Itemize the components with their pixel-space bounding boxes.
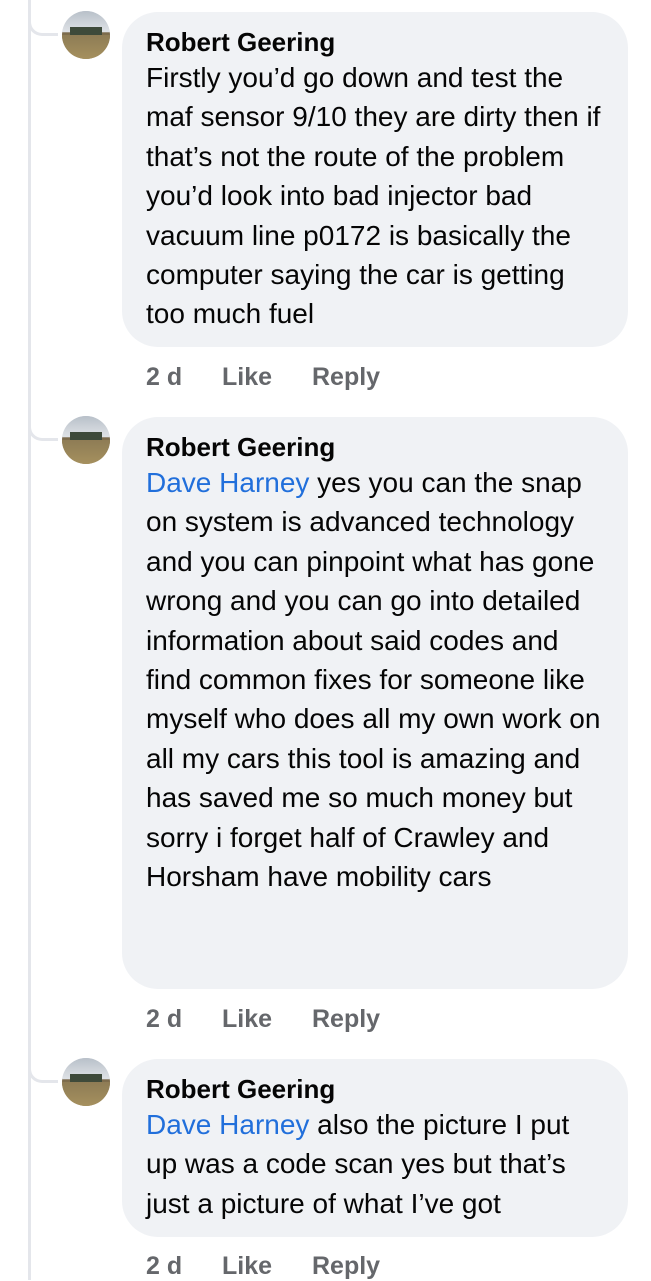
comment-text: Firstly you’d go down and test the maf s… [146, 58, 606, 334]
comment-mention[interactable]: Dave Harney [146, 1109, 309, 1140]
comment-author[interactable]: Robert Geering [146, 431, 606, 463]
comment-author[interactable]: Robert Geering [146, 1073, 606, 1105]
like-button[interactable]: Like [222, 362, 312, 392]
comment-time[interactable]: 2 d [146, 362, 222, 392]
reply-button[interactable]: Reply [312, 362, 380, 392]
comment-bubble: Robert Geering Firstly you’d go down and… [122, 12, 628, 347]
avatar[interactable] [62, 11, 110, 59]
comment-bubble: Robert Geering Dave Harney also the pict… [122, 1059, 628, 1237]
comment-time[interactable]: 2 d [146, 1251, 222, 1281]
reply-button[interactable]: Reply [312, 1251, 380, 1281]
avatar[interactable] [62, 1058, 110, 1106]
comment-text: Dave Harney yes you can the snap on syst… [146, 463, 606, 896]
comment-bubble: Robert Geering Dave Harney yes you can t… [122, 417, 628, 989]
comment-body: Firstly you’d go down and test the maf s… [146, 62, 601, 330]
reply-connector [28, 427, 58, 441]
avatar[interactable] [62, 416, 110, 464]
thread-line [28, 0, 31, 1280]
comment-author[interactable]: Robert Geering [146, 26, 606, 58]
comment-body: yes you can the snap on system is advanc… [146, 467, 601, 893]
comment-actions: 2 d Like Reply [146, 362, 380, 392]
comment-text: Dave Harney also the picture I put up wa… [146, 1105, 606, 1223]
reply-button[interactable]: Reply [312, 1004, 380, 1034]
reply-connector [28, 22, 58, 36]
like-button[interactable]: Like [222, 1251, 312, 1281]
comment-mention[interactable]: Dave Harney [146, 467, 309, 498]
comment-actions: 2 d Like Reply [146, 1004, 380, 1034]
reply-connector [28, 1069, 58, 1083]
comment-time[interactable]: 2 d [146, 1004, 222, 1034]
comment-actions: 2 d Like Reply [146, 1251, 380, 1281]
like-button[interactable]: Like [222, 1004, 312, 1034]
